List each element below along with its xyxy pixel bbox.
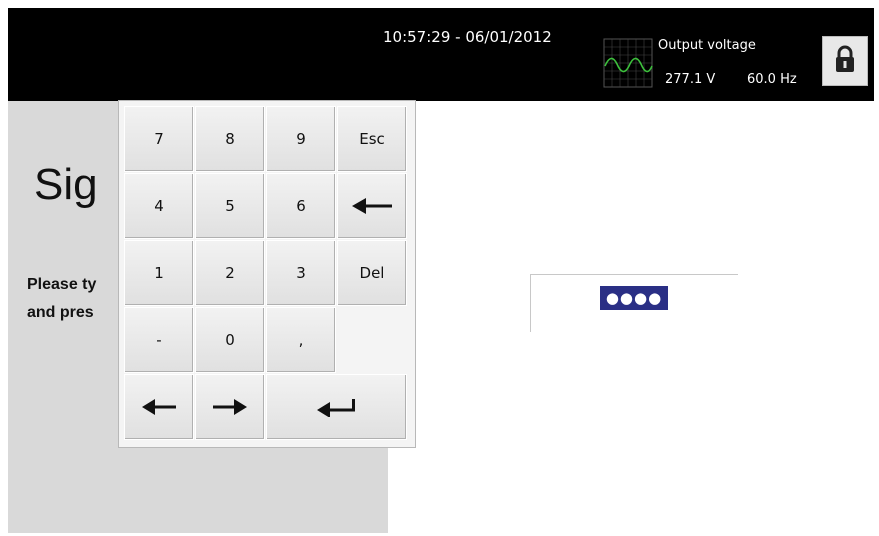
top-bar	[8, 8, 874, 101]
output-voltage-label: Output voltage	[658, 38, 756, 53]
key-comma[interactable]: ,	[266, 307, 336, 373]
backspace-key[interactable]	[337, 173, 407, 239]
enter-icon	[316, 397, 357, 417]
output-frequency-value: 60.0 Hz	[747, 72, 797, 87]
backspace-arrow-icon	[352, 198, 392, 214]
lock-icon	[834, 45, 856, 77]
instruction-text: Please ty and pres	[27, 271, 119, 327]
key-4[interactable]: 4	[124, 173, 194, 239]
numeric-keypad: 7 8 9 Esc 4 5 6 1 2 3 Del - 0 ,	[118, 100, 416, 448]
right-arrow-icon	[213, 399, 247, 415]
key-1[interactable]: 1	[124, 240, 194, 306]
key-9[interactable]: 9	[266, 106, 336, 172]
key-7[interactable]: 7	[124, 106, 194, 172]
waveform-icon	[603, 38, 653, 88]
key-5[interactable]: 5	[195, 173, 265, 239]
key-0[interactable]: 0	[195, 307, 265, 373]
key-esc[interactable]: Esc	[337, 106, 407, 172]
key-6[interactable]: 6	[266, 173, 336, 239]
enter-key[interactable]	[266, 374, 407, 440]
instruction-line-2: and pres	[27, 304, 94, 321]
key-2[interactable]: 2	[195, 240, 265, 306]
key-8[interactable]: 8	[195, 106, 265, 172]
key-3[interactable]: 3	[266, 240, 336, 306]
password-masked-value: ●●●●	[600, 286, 668, 310]
cursor-left-key[interactable]	[124, 374, 194, 440]
instruction-line-1: Please ty	[27, 276, 97, 293]
key-minus[interactable]: -	[124, 307, 194, 373]
cursor-right-key[interactable]	[195, 374, 265, 440]
key-del[interactable]: Del	[337, 240, 407, 306]
left-arrow-icon	[142, 399, 176, 415]
datetime: 10:57:29 - 06/01/2012	[383, 28, 552, 46]
lock-button[interactable]	[822, 36, 868, 86]
output-voltage-value: 277.1 V	[665, 72, 716, 87]
page-title: Sig	[34, 160, 98, 209]
